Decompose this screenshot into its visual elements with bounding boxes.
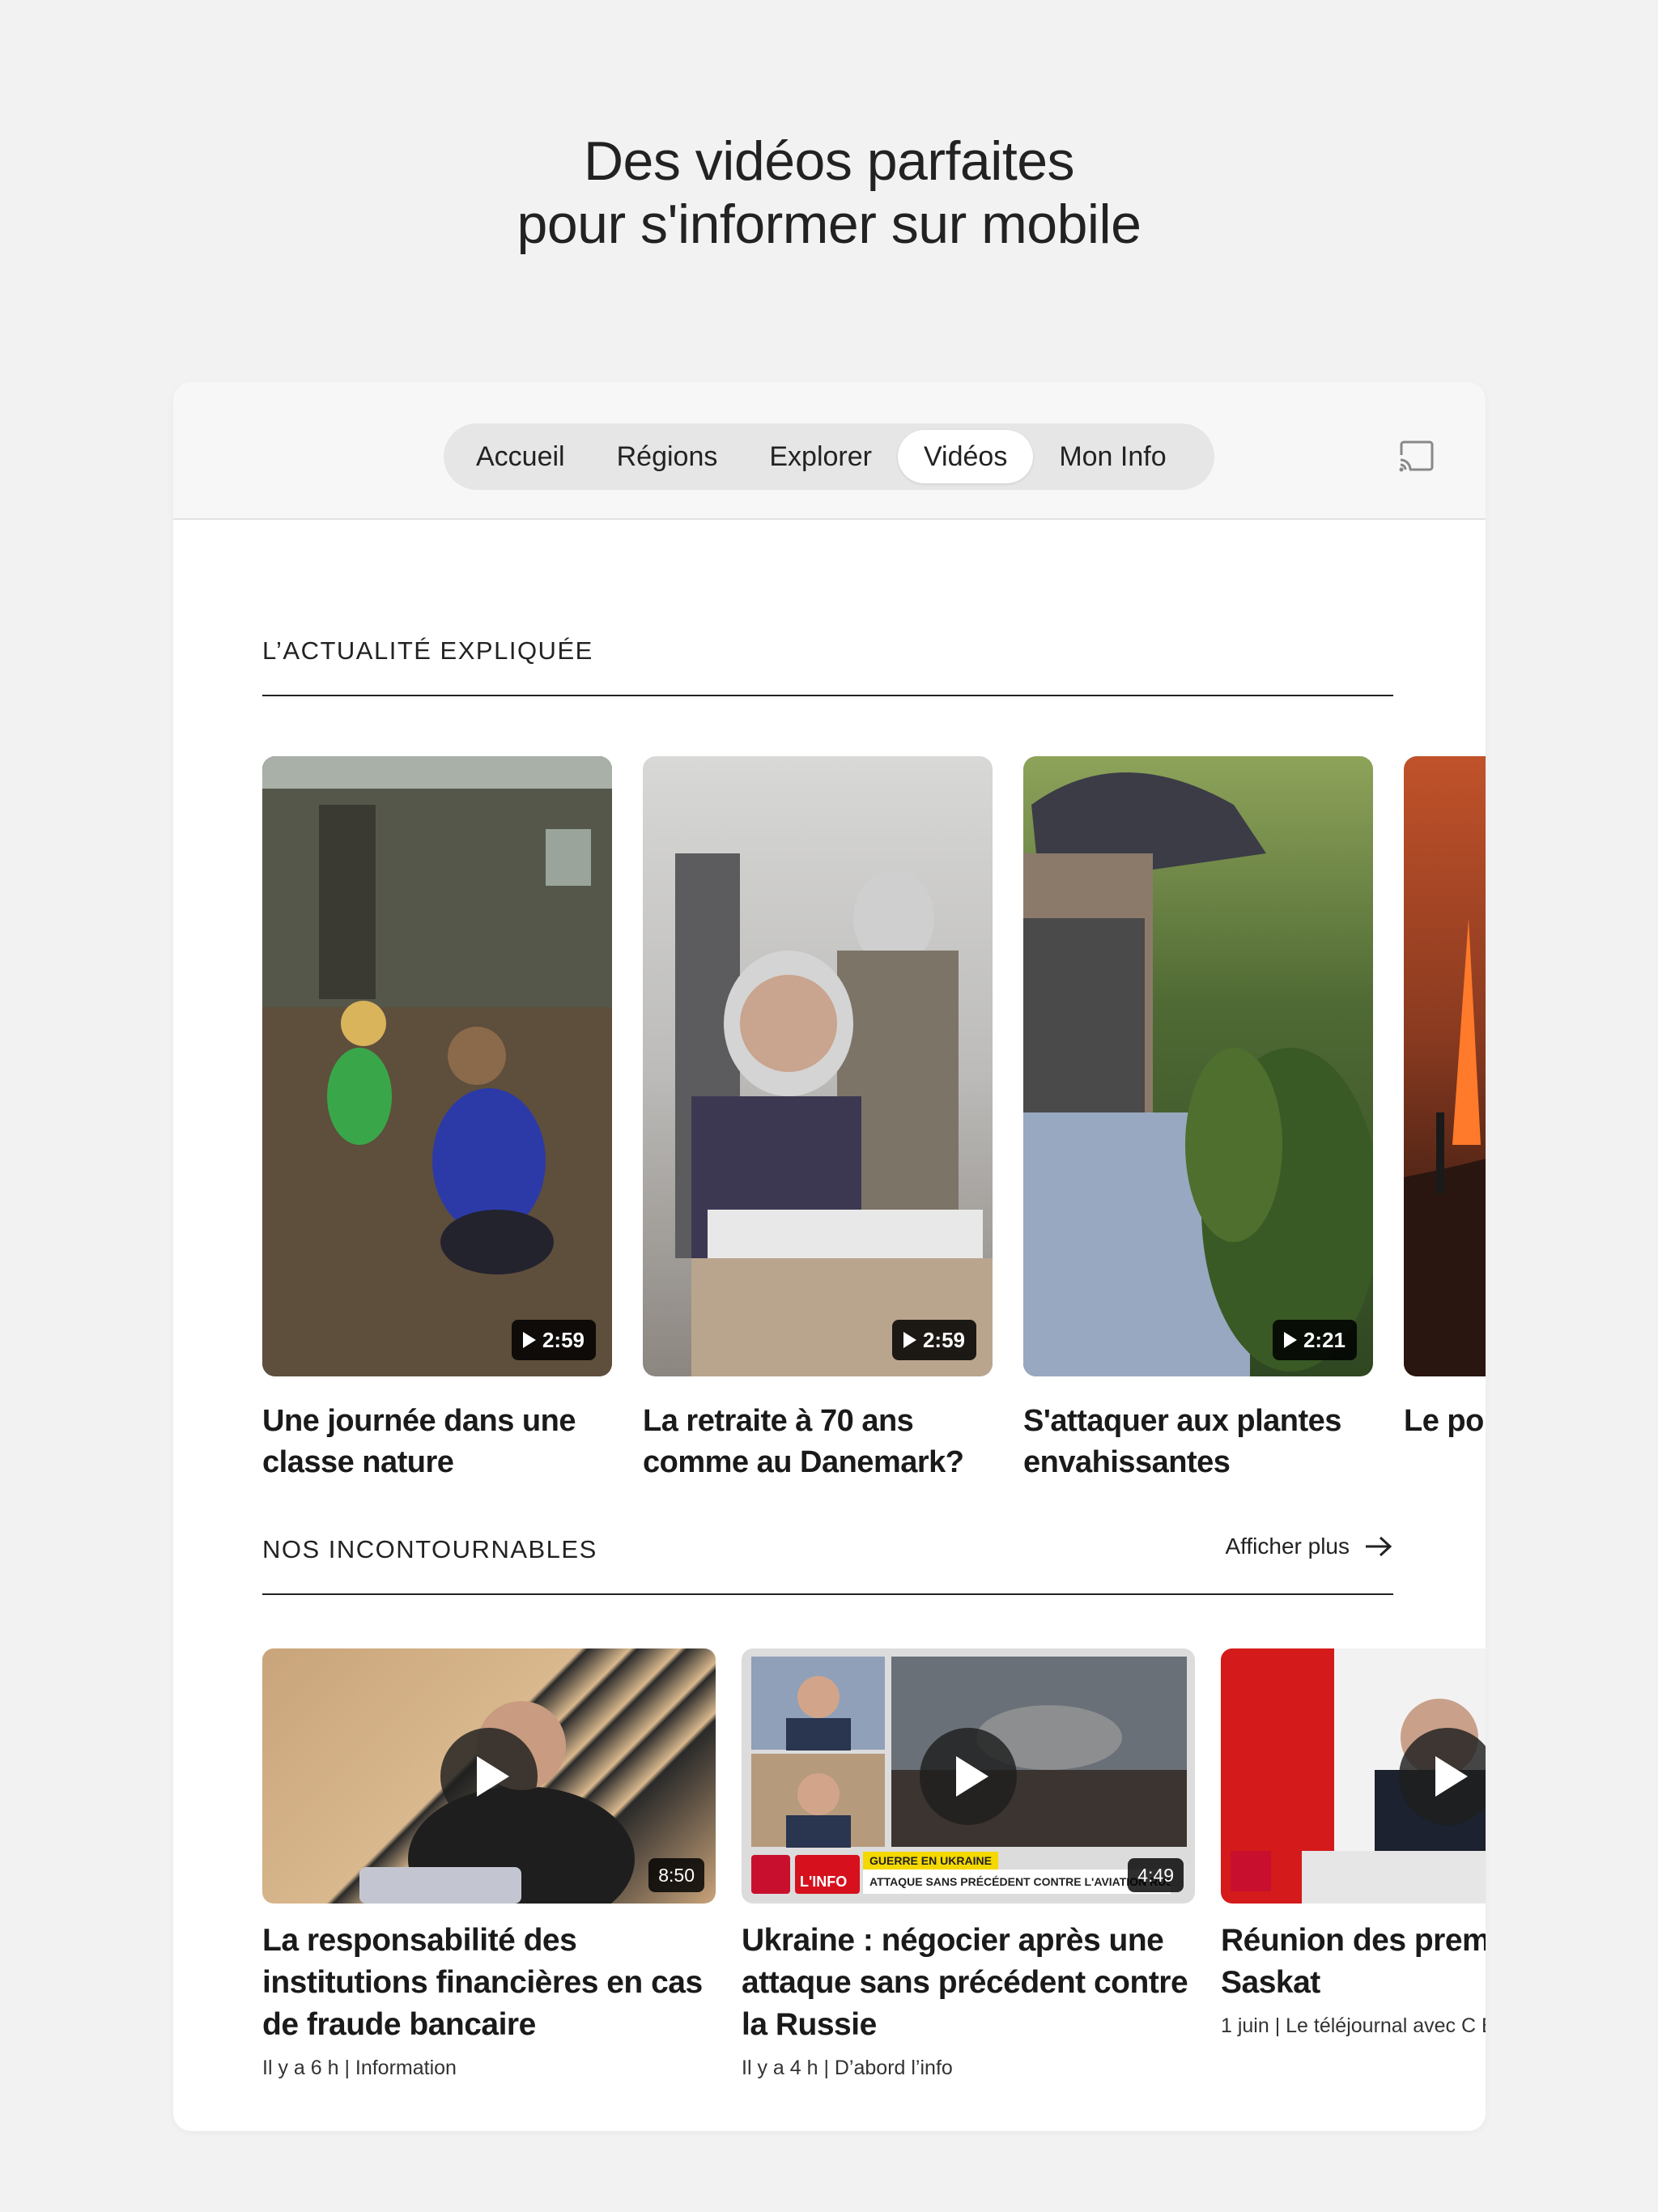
tab-regions[interactable]: Régions xyxy=(591,430,744,483)
video-thumbnail xyxy=(1221,1648,1486,1904)
play-icon xyxy=(903,1332,916,1348)
duration-badge: 2:59 xyxy=(511,1320,596,1360)
video-thumbnail: 8:50 xyxy=(262,1648,716,1904)
video-title: Réunion des prem ministres à Saskat xyxy=(1221,1923,1486,2000)
thumbnail-scene xyxy=(1404,918,1486,1376)
video-title: La retraite à 70 ans comme au Danemark? xyxy=(643,1404,964,1479)
app-screen: Accueil Régions Explorer Vidéos Mon Info… xyxy=(173,382,1486,2131)
play-icon xyxy=(1435,1756,1468,1797)
play-button[interactable] xyxy=(440,1728,538,1825)
section-divider xyxy=(262,1593,1393,1595)
duration-badge: 2:59 xyxy=(891,1320,976,1360)
headline-line-2: pour s'informer sur mobile xyxy=(517,194,1141,255)
play-icon xyxy=(522,1332,536,1348)
top-navigation-bar: Accueil Régions Explorer Vidéos Mon Info xyxy=(173,382,1486,520)
duration-badge: 2:21 xyxy=(1272,1320,1357,1360)
video-thumbnail: 2:59 xyxy=(262,756,612,1376)
video-card[interactable]: 2:21 S'attaquer aux plantes envahissante… xyxy=(1023,756,1373,1483)
tab-accueil[interactable]: Accueil xyxy=(450,430,591,483)
video-card[interactable]: 2:59 Une journée dans une classe nature xyxy=(262,756,612,1483)
video-card[interactable]: Le poi forêt c xyxy=(1404,756,1486,1442)
video-thumbnail: 2:59 xyxy=(643,756,993,1376)
news-chyron: ATTAQUE SANS PRÉCÉDENT CONTRE L'AVIATION… xyxy=(863,1870,1171,1894)
video-card[interactable]: 2:59 La retraite à 70 ans comme au Danem… xyxy=(643,756,993,1483)
page-headline: Des vidéos parfaites pour s'informer sur… xyxy=(0,130,1658,256)
duration-badge: 4:49 xyxy=(1128,1858,1184,1892)
news-banner: GUERRE EN UKRAINE xyxy=(863,1852,998,1870)
tab-mon-info[interactable]: Mon Info xyxy=(1033,430,1192,483)
play-icon xyxy=(956,1756,988,1797)
show-more-label: Afficher plus xyxy=(1225,1534,1350,1559)
show-more-link[interactable]: Afficher plus xyxy=(1225,1534,1393,1559)
video-meta: 1 juin | Le téléjournal avec C Bourbonna… xyxy=(1221,2014,1486,2037)
section-title-incontournables: NOS INCONTOURNABLES xyxy=(262,1535,597,1563)
video-title: Ukraine : négocier après une attaque san… xyxy=(742,1923,1188,2042)
play-button[interactable] xyxy=(920,1728,1017,1825)
tab-bar: Accueil Régions Explorer Vidéos Mon Info xyxy=(444,423,1214,490)
video-card[interactable]: 8:50 La responsabilité des institutions … xyxy=(262,1648,716,2082)
thumbnail-scene xyxy=(675,853,993,1376)
duration-badge: 8:50 xyxy=(648,1858,704,1892)
play-icon xyxy=(1283,1332,1297,1348)
section-divider xyxy=(262,695,1393,696)
video-card[interactable]: L'INFO GUERRE EN UKRAINE ATTAQUE SANS PR… xyxy=(742,1648,1195,2082)
video-thumbnail xyxy=(1404,756,1486,1376)
video-title: Le poi forêt c xyxy=(1404,1404,1486,1438)
video-thumbnail: 2:21 xyxy=(1023,756,1373,1376)
thumbnail-scene xyxy=(1023,772,1373,1376)
video-title: S'attaquer aux plantes envahissantes xyxy=(1023,1404,1341,1479)
video-title: Une journée dans une classe nature xyxy=(262,1404,576,1479)
tab-explorer[interactable]: Explorer xyxy=(743,430,898,483)
video-meta: Il y a 6 h | Information xyxy=(262,2057,457,2079)
video-title: La responsabilité des institutions finan… xyxy=(262,1923,703,2042)
rdi-logo xyxy=(751,1855,790,1894)
video-meta: Il y a 4 h | D’abord l’info xyxy=(742,2057,953,2079)
thumbnail-scene xyxy=(262,756,612,1376)
cast-icon[interactable] xyxy=(1398,439,1435,474)
tab-videos[interactable]: Vidéos xyxy=(897,430,1034,483)
arrow-right-icon xyxy=(1366,1536,1392,1557)
section-title-actualite: L’ACTUALITÉ EXPLIQUÉE xyxy=(262,636,593,665)
video-thumbnail: L'INFO GUERRE EN UKRAINE ATTAQUE SANS PR… xyxy=(742,1648,1195,1904)
headline-line-1: Des vidéos parfaites xyxy=(583,130,1075,192)
channel-logo: L'INFO xyxy=(795,1855,860,1894)
video-card[interactable]: Réunion des prem ministres à Saskat 1 ju… xyxy=(1221,1648,1486,2040)
play-icon xyxy=(477,1756,509,1797)
